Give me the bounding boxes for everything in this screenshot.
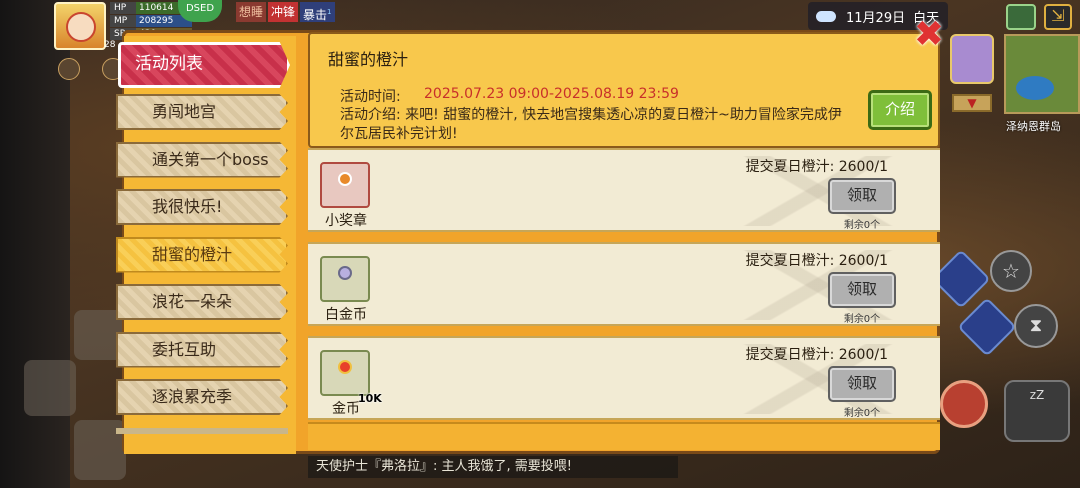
event-info-box: 甜蜜的橙汁 活动时间: 2025.07.23 09:00-2025.08.19 … <box>308 32 940 148</box>
activity-list[interactable]: 勇闯地宫 通关第一个boss 我很快乐! 甜蜜的橙汁 浪花一朵朵 委托互助 逐浪… <box>116 94 288 432</box>
network-globe-icon[interactable] <box>1006 4 1036 30</box>
chat-line[interactable]: 天使护士『弗洛拉』: 主人我饿了, 需要投喂! <box>308 456 678 478</box>
activity-list-scrollbar[interactable] <box>116 428 288 434</box>
exit-icon[interactable]: ⇲ <box>1044 4 1072 30</box>
platinum-coin-gem <box>338 266 352 280</box>
reward-item-name: 金币 <box>332 401 360 417</box>
player-level: 28 <box>104 40 116 50</box>
buff-icons <box>58 58 124 80</box>
pet-avatar[interactable] <box>950 34 994 84</box>
event-time-label: 活动时间: <box>340 89 401 105</box>
status-tag-charge[interactable]: 冲锋 <box>268 2 299 22</box>
claim-button[interactable]: 领取 <box>828 272 896 308</box>
gold-coin-icon[interactable]: 10K <box>320 350 382 405</box>
medal-icon[interactable] <box>320 162 370 208</box>
sleep-icon[interactable]: zZ <box>1004 380 1070 442</box>
status-tag-crit[interactable]: 暴击1 <box>300 2 335 22</box>
date-label: 11月29日 <box>846 10 906 26</box>
reward-item-name: 白金币 <box>325 307 367 323</box>
activity-item[interactable]: 勇闯地宫 <box>116 94 288 130</box>
dpad-left[interactable] <box>24 360 76 416</box>
activity-item[interactable]: 我很快乐! <box>116 189 288 225</box>
activity-item[interactable]: 委托互助 <box>116 331 288 368</box>
crit-label: 暴击 <box>303 8 328 22</box>
reward-row: 提交夏日橙汁: 2600/1 10K 金币 领取 剩余0个 <box>308 336 940 420</box>
crit-count: 1 <box>327 8 332 16</box>
content-footer <box>308 422 940 450</box>
intro-button[interactable]: 介绍 <box>868 90 932 130</box>
remaining-count: 剩余0个 <box>843 314 881 325</box>
meat-food-icon[interactable] <box>940 380 988 428</box>
green-status-badge[interactable]: DSED <box>178 0 222 22</box>
hourglass-icon[interactable]: ⧗ <box>1014 304 1058 348</box>
status-tag-sleepy[interactable]: 想睡 <box>236 2 267 22</box>
gold-coin-gem <box>338 360 352 374</box>
claim-button[interactable]: 领取 <box>828 178 896 214</box>
minimap[interactable] <box>1004 34 1080 114</box>
reward-row: 提交夏日橙汁: 2600/1 小奖章 领取 剩余0个 <box>308 148 940 232</box>
status-tags: 想睡 冲锋 暴击1 <box>236 2 335 22</box>
event-title: 甜蜜的橙汁 <box>328 50 409 69</box>
reward-requirement: 提交夏日橙汁: 2600/1 <box>745 253 888 269</box>
hp-label: HP <box>110 2 136 14</box>
activity-item-selected[interactable]: 甜蜜的橙汁 <box>116 236 288 273</box>
event-description: 活动介绍: 来吧! 甜蜜的橙汁, 快去地宫搜集透心凉的夏日橙汁~助力冒险家完成伊… <box>340 107 842 142</box>
minimap-lake <box>1016 76 1054 100</box>
remaining-count: 剩余0个 <box>843 408 881 419</box>
activity-item[interactable]: 逐浪累充季 <box>116 379 288 415</box>
event-time-value: 2025.07.23 09:00-2025.08.19 23:59 <box>424 86 679 102</box>
claim-button[interactable]: 领取 <box>828 366 896 402</box>
reward-requirement: 提交夏日橙汁: 2600/1 <box>745 347 888 363</box>
medal-gem <box>338 172 352 186</box>
reward-item-name: 小奖章 <box>325 213 367 229</box>
cloud-icon <box>814 7 838 25</box>
remaining-count: 剩余0个 <box>843 220 881 231</box>
star-icon[interactable]: ☆ <box>990 250 1032 292</box>
player-face-icon <box>66 12 96 42</box>
mp-label: MP <box>110 15 136 27</box>
activity-item[interactable]: 通关第一个boss <box>116 141 288 178</box>
activity-item[interactable]: 浪花一朵朵 <box>116 284 288 320</box>
platinum-coin-icon[interactable] <box>320 256 370 302</box>
chevron-down-icon[interactable]: ▼ <box>952 94 992 112</box>
reward-row: 提交夏日橙汁: 2600/1 白金币 领取 剩余0个 <box>308 242 940 326</box>
close-icon[interactable]: ✖ <box>912 17 946 53</box>
player-portrait[interactable] <box>54 2 106 50</box>
activity-content: 甜蜜的橙汁 活动时间: 2025.07.23 09:00-2025.08.19 … <box>308 32 940 450</box>
minimap-location-label: 泽纳恩群岛 <box>1006 120 1061 133</box>
activity-list-header: 活动列表 <box>118 42 290 88</box>
buff-icon[interactable] <box>58 58 80 80</box>
mp-bar: MP 208295 <box>110 15 192 27</box>
reward-requirement: 提交夏日橙汁: 2600/1 <box>745 159 888 175</box>
